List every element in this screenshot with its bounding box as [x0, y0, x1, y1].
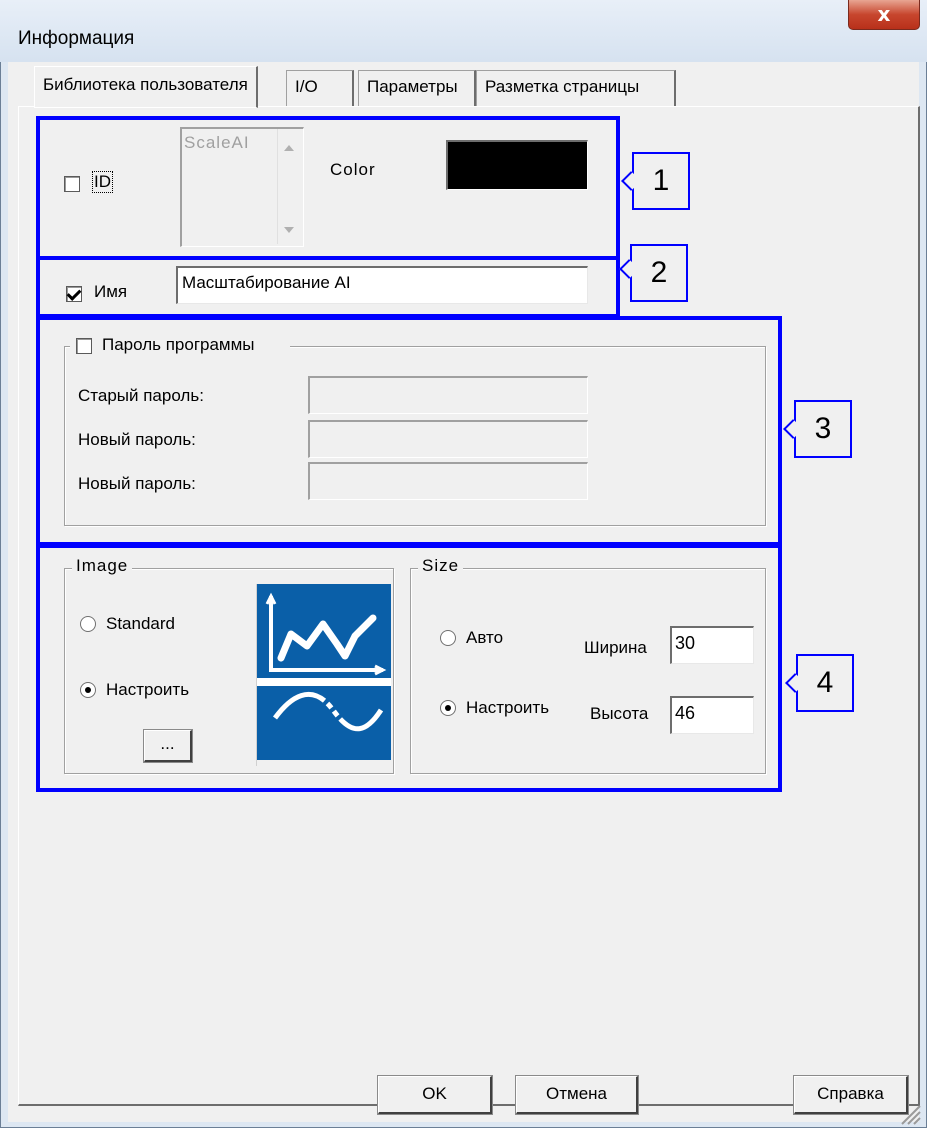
name-input[interactable]: Масштабирование AI: [176, 266, 588, 304]
name-checkbox[interactable]: [66, 286, 82, 302]
size-groupbox: [410, 568, 766, 774]
new-password-label: Новый пароль:: [78, 430, 196, 449]
new-password-input[interactable]: [308, 420, 588, 458]
id-listbox[interactable]: ScaleAI: [180, 127, 304, 247]
height-label: Высота: [590, 704, 649, 723]
old-password-label: Старый пароль:: [78, 386, 204, 405]
image-custom-label: Настроить: [106, 680, 190, 699]
listbox-scrollbar[interactable]: [277, 129, 300, 244]
image-custom-radio[interactable]: [80, 682, 96, 698]
width-label: Ширина: [584, 638, 647, 657]
color-label: Color: [330, 160, 376, 179]
size-auto-label: Авто: [466, 628, 504, 647]
window-title: Информация: [18, 28, 135, 49]
list-item: ScaleAI: [184, 133, 250, 152]
old-password-input[interactable]: [308, 376, 588, 414]
width-input[interactable]: 30: [670, 626, 754, 664]
tab-io[interactable]: I/O: [286, 70, 354, 106]
chart-preview-icon: [257, 584, 391, 760]
height-input-value: 46: [675, 703, 696, 723]
size-group-label: Size: [418, 556, 464, 576]
tab-user-library[interactable]: Библиотека пользователя: [34, 66, 258, 108]
tab-page-layout[interactable]: Разметка страницы: [476, 70, 676, 106]
image-standard-label: Standard: [106, 614, 175, 633]
size-custom-radio[interactable]: [440, 700, 456, 716]
ok-button[interactable]: OK: [377, 1075, 493, 1115]
scroll-down-icon[interactable]: [284, 227, 294, 233]
id-checkbox[interactable]: [64, 176, 80, 192]
title-bar[interactable]: [0, 0, 927, 62]
cancel-button[interactable]: Отмена: [515, 1075, 639, 1115]
id-label: ID: [92, 171, 113, 193]
height-input[interactable]: 46: [670, 696, 754, 734]
image-preview-frame: [256, 584, 391, 766]
confirm-password-label: Новый пароль:: [78, 474, 196, 493]
help-button[interactable]: Справка: [793, 1075, 909, 1115]
password-checkbox[interactable]: [76, 338, 92, 354]
resize-grip-icon[interactable]: [896, 1100, 922, 1126]
close-icon: x: [877, 2, 891, 26]
size-custom-label: Настроить: [466, 698, 550, 717]
size-auto-radio[interactable]: [440, 630, 456, 646]
callout-2: 2: [630, 244, 688, 302]
image-standard-radio[interactable]: [80, 616, 96, 632]
password-group-label: Пароль программы: [102, 335, 255, 354]
tab-parameters[interactable]: Параметры: [358, 70, 476, 106]
close-button[interactable]: x: [848, 0, 920, 30]
name-input-value: Масштабирование AI: [182, 273, 351, 292]
browse-image-button[interactable]: ...: [143, 729, 193, 763]
name-label: Имя: [94, 282, 128, 301]
image-group-label: Image: [72, 556, 133, 576]
color-swatch[interactable]: [446, 140, 588, 190]
confirm-password-input[interactable]: [308, 462, 588, 500]
width-input-value: 30: [675, 633, 696, 653]
scroll-up-icon[interactable]: [284, 145, 294, 151]
